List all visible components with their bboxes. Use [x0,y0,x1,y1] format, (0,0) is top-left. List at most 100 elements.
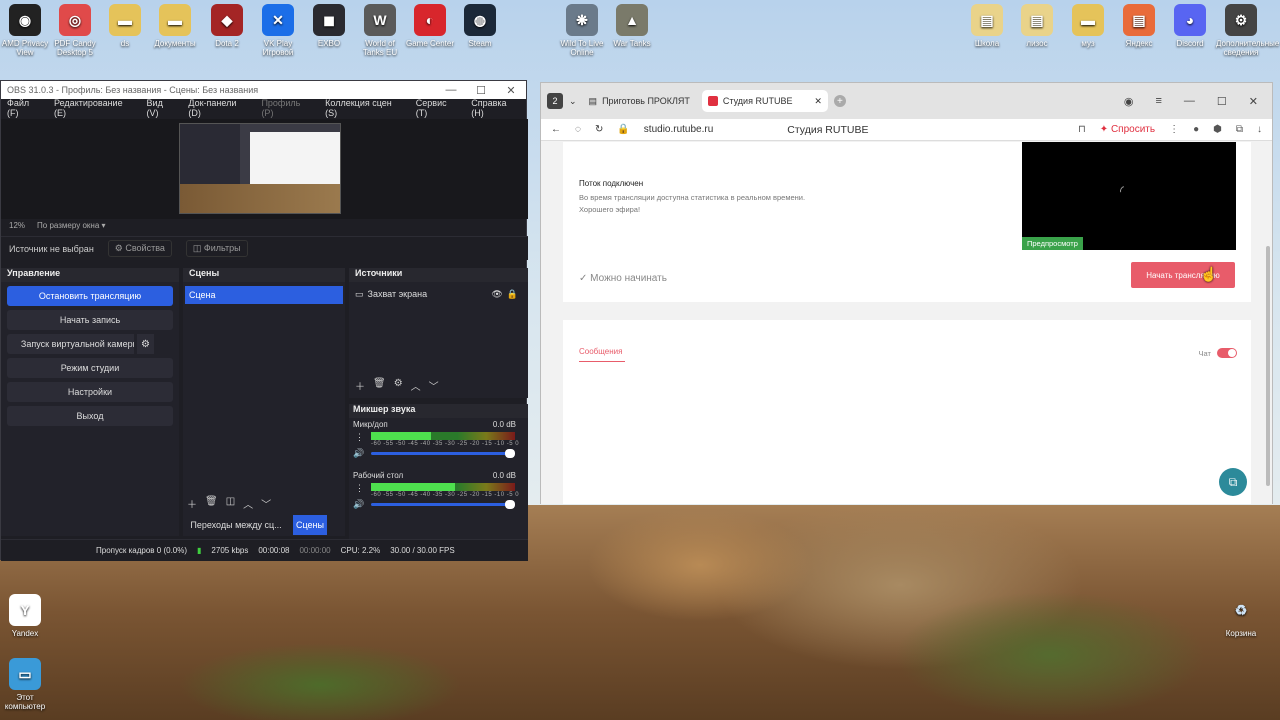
app-icon: ◎ [59,4,91,36]
desktop-icon[interactable]: W World of Tanks EU [355,0,405,57]
channel-menu-icon[interactable]: ⋮ [355,432,364,443]
back-icon[interactable]: ← [551,124,561,135]
remove-source-icon[interactable]: 🗑 [373,378,386,393]
app-icon: ▲ [616,4,648,36]
menu-view[interactable]: Вид (V) [141,98,183,118]
desktop-icon[interactable]: ▤ Школа [962,0,1012,48]
desktop-icon[interactable]: ◎ PDF Candy Desktop 5 [50,0,100,57]
minimize-icon[interactable]: — [1184,95,1195,108]
reload-icon[interactable]: ↻ [595,124,603,135]
desktop-icon[interactable]: ◆ Dota 2 [202,0,252,48]
settings-button[interactable]: Настройки [7,382,173,402]
source-settings-icon[interactable]: ⚙ [394,378,403,393]
lock-icon[interactable]: 🔒 [507,289,518,300]
desktop-icon[interactable]: ▲ War Tanks [607,0,657,48]
menu-scene-collection[interactable]: Коллекция сцен (S) [319,98,410,118]
desktop-icon[interactable]: ❋ Wild To Live Online [557,0,607,57]
chevron-down-icon[interactable]: ⌄ [569,96,577,107]
desktop-icon[interactable]: ▬ муз [1063,0,1113,48]
tab-recipe[interactable]: ▤ Приготовь ПРОКЛЯТ [583,90,696,112]
virtual-camera-button[interactable]: Запуск виртуальной камеры ⚙ [7,334,154,354]
ask-button[interactable]: ✦ Спросить [1100,124,1155,135]
start-stream-button[interactable]: Начать трансляцию [1131,262,1235,288]
reader-icon: ▤ [588,95,598,106]
support-chat-icon[interactable]: ⧉ [1219,468,1247,496]
channel-menu-icon[interactable]: ⋮ [355,483,364,494]
bookmark-icon[interactable]: ⊓ [1078,124,1086,135]
new-tab-icon[interactable]: + [833,95,846,107]
menu-help[interactable]: Справка (H) [465,98,526,118]
eye-icon[interactable]: 👁 [491,289,502,300]
preview-player[interactable]: Предпросмотр [1022,142,1236,250]
page-scrollbar[interactable] [1266,246,1270,486]
source-down-icon[interactable]: ﹀ [429,378,439,393]
speaker-icon[interactable]: 🔊 [353,499,364,510]
desktop-icon[interactable]: ▭ Этот компьютер [0,654,50,711]
add-icon[interactable]: ＋ [187,496,197,511]
scene-item[interactable]: Сцена [185,286,343,304]
profile-icon[interactable]: ◉ [1124,95,1134,108]
close-tab-icon[interactable]: ✕ [814,96,822,107]
volume-slider[interactable] [371,500,515,509]
desktop-icon[interactable]: ✕ VK Play Игровой [253,0,303,57]
speaker-icon[interactable]: 🔊 [353,448,364,459]
menu-file[interactable]: Файл (F) [1,98,48,118]
desktop-icon[interactable]: ▬ Документы [150,0,200,48]
menu-edit[interactable]: Редактирование (E) [48,98,141,118]
up-icon[interactable]: ︿ [243,496,253,511]
close-icon[interactable]: ✕ [496,84,526,97]
filters-button[interactable]: ◫ Фильтры [185,240,248,257]
desktop-icon[interactable]: ▤ лизос [1012,0,1062,48]
volume-slider[interactable] [371,449,515,458]
stop-stream-button[interactable]: Остановить трансляцию [7,286,173,306]
url-field[interactable]: studio.rutube.ru [644,124,714,135]
tab-rutube-studio[interactable]: Студия RUTUBE ✕ [701,90,828,112]
recycle-bin[interactable]: ♻ Корзина [1216,590,1266,639]
level-meter [371,483,515,491]
puzzle-icon[interactable]: ⧉ [1236,124,1243,135]
filter-icon[interactable]: ◫ [226,496,235,511]
source-up-icon[interactable]: ︿ [411,378,421,393]
extension-icon[interactable]: ● [1193,124,1199,135]
menu-icon[interactable]: ≡ [1155,95,1161,108]
desktop-icon[interactable]: ◉ AMD Privacy View [0,0,50,57]
minimize-icon[interactable]: — [436,84,466,97]
menu-tools[interactable]: Сервис (T) [410,98,465,118]
chat-toggle[interactable] [1217,348,1237,358]
close-icon[interactable]: ✕ [1249,95,1258,108]
menu-docks[interactable]: Док-панели (D) [182,98,255,118]
add-source-icon[interactable]: ＋ [355,378,365,393]
adblock-icon[interactable]: ⬢ [1213,124,1222,135]
more-icon[interactable]: ⋮ [1169,124,1179,135]
desktop-icon[interactable]: ◐ Game Center [405,0,455,48]
desktop-icon[interactable]: Y Yandex [0,590,50,638]
desktop-icon[interactable]: ⚙ Дополнительные сведения [1216,0,1279,57]
obs-preview[interactable] [1,119,528,219]
scenes-tab[interactable]: Сцены [293,515,327,535]
source-item[interactable]: ▭ Захват экрана 👁 🔒 [351,286,526,302]
messages-tab[interactable]: Сообщения [579,347,625,362]
menu-profile[interactable]: Профиль (P) [255,98,319,118]
desktop-icon[interactable]: ▬ ds [100,0,150,48]
browser-tabbar: 2 ⌄ ▤ Приготовь ПРОКЛЯТ Студия RUTUBE ✕ + … [541,83,1272,119]
start-recording-button[interactable]: Начать запись [7,310,173,330]
desktop-icon[interactable]: ▤ Яндекс [1114,0,1164,48]
studio-mode-button[interactable]: Режим студии [7,358,173,378]
zoom-mode-select[interactable]: По размеру окна ▾ [37,221,106,230]
properties-button[interactable]: ⚙ Свойства [107,240,172,257]
shield-icon[interactable]: ◌ [575,124,581,135]
desktop-icon[interactable]: ◼ EXBO [304,0,354,48]
desktop-icon[interactable]: ◕ Discord [1165,0,1215,48]
tab-count[interactable]: 2 [547,93,563,109]
maximize-icon[interactable]: ☐ [1217,95,1227,108]
delete-icon[interactable]: 🗑 [205,496,218,511]
transitions-tab[interactable]: Переходы между сц... [183,515,289,535]
down-icon[interactable]: ﹀ [261,496,271,511]
download-icon[interactable]: ↓ [1257,124,1262,135]
maximize-icon[interactable]: ☐ [466,84,496,97]
dock-tabs: Переходы между сц... Сцены [183,515,345,535]
desktop-icon[interactable]: ◍ Steam [455,0,505,48]
virtual-camera-gear-icon[interactable]: ⚙ [134,334,154,354]
exit-button[interactable]: Выход [7,406,173,426]
chat-toggle-row: Чат [1199,348,1237,358]
